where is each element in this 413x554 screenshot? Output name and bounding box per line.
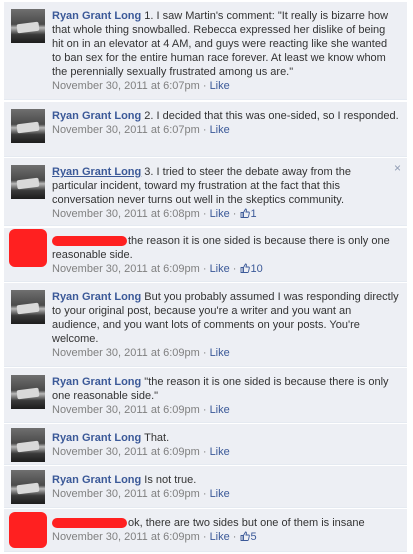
- comment: Ryan Grant Long 1. I saw Martin's commen…: [4, 2, 407, 100]
- timestamp[interactable]: November 30, 2011 at 6:09pm: [52, 263, 200, 275]
- comment: Ryan Grant Long Is not true. November 30…: [4, 466, 407, 508]
- timestamp[interactable]: November 30, 2011 at 6:09pm: [52, 404, 200, 416]
- like-link[interactable]: Like: [210, 404, 230, 416]
- avatar[interactable]: [11, 428, 45, 462]
- thumbs-up-icon: [240, 208, 250, 218]
- timestamp[interactable]: November 30, 2011 at 6:08pm: [52, 208, 200, 220]
- timestamp[interactable]: November 30, 2011 at 6:09pm: [52, 347, 200, 359]
- avatar[interactable]: [11, 109, 45, 143]
- like-link[interactable]: Like: [210, 488, 230, 500]
- comment-body: ok, there are two sides but one of them …: [52, 516, 399, 544]
- comment-text: That.: [144, 432, 170, 444]
- redacted-author-name: [52, 236, 127, 247]
- comment-body: Ryan Grant Long 2. I decided that this w…: [52, 109, 399, 137]
- thumbs-up-icon: [240, 531, 250, 541]
- author-name[interactable]: Ryan Grant Long: [52, 10, 141, 22]
- comment: the reason it is one sided is because th…: [4, 228, 407, 282]
- comment: Ryan Grant Long But you probably assumed…: [4, 283, 407, 367]
- comment-meta: November 30, 2011 at 6:09pm · Like · 10: [52, 263, 263, 275]
- author-name[interactable]: Ryan Grant Long: [52, 376, 141, 388]
- close-icon[interactable]: ×: [394, 162, 401, 174]
- redacted-avatar: [9, 512, 47, 548]
- like-link[interactable]: Like: [210, 446, 230, 458]
- comment-meta: November 30, 2011 at 6:09pm · Like: [52, 404, 230, 416]
- comment-body: Ryan Grant Long That. November 30, 2011 …: [52, 431, 399, 459]
- comment: ok, there are two sides but one of them …: [4, 509, 407, 552]
- redacted-author-name: [52, 518, 127, 529]
- author-name[interactable]: Ryan Grant Long: [52, 474, 141, 486]
- author-name[interactable]: Ryan Grant Long: [52, 291, 141, 303]
- comment-meta: November 30, 2011 at 6:08pm · Like · 1: [52, 208, 257, 220]
- avatar[interactable]: [11, 470, 45, 504]
- author-name[interactable]: Ryan Grant Long: [52, 110, 141, 122]
- comment: Ryan Grant Long That. November 30, 2011 …: [4, 424, 407, 465]
- comment-meta: November 30, 2011 at 6:07pm · Like: [52, 80, 230, 92]
- comment-meta: November 30, 2011 at 6:09pm · Like: [52, 446, 230, 458]
- author-name[interactable]: Ryan Grant Long: [52, 166, 141, 178]
- comment: Ryan Grant Long 2. I decided that this w…: [4, 102, 407, 157]
- timestamp[interactable]: November 30, 2011 at 6:09pm: [52, 531, 200, 543]
- avatar[interactable]: [11, 290, 45, 324]
- comment-text: Is not true.: [144, 474, 197, 486]
- like-link[interactable]: Like: [210, 347, 230, 359]
- avatar[interactable]: [11, 9, 45, 43]
- like-count[interactable]: 1: [240, 208, 257, 220]
- comment-body: Ryan Grant Long But you probably assumed…: [52, 290, 399, 360]
- like-link[interactable]: Like: [210, 80, 230, 92]
- thumbs-up-icon: [240, 263, 250, 273]
- timestamp[interactable]: November 30, 2011 at 6:09pm: [52, 446, 200, 458]
- comment-body: Ryan Grant Long 3. I tried to steer the …: [52, 165, 389, 221]
- redacted-avatar: [9, 229, 47, 267]
- comment-body: Ryan Grant Long Is not true. November 30…: [52, 473, 399, 501]
- comment-body: Ryan Grant Long 1. I saw Martin's commen…: [52, 9, 399, 93]
- comment-thread: Ryan Grant Long 1. I saw Martin's commen…: [0, 0, 413, 554]
- like-count[interactable]: 5: [240, 531, 257, 543]
- comment-body: the reason it is one sided is because th…: [52, 234, 399, 276]
- comment-meta: November 30, 2011 at 6:09pm · Like: [52, 488, 230, 500]
- timestamp[interactable]: November 30, 2011 at 6:09pm: [52, 488, 200, 500]
- comment-body: Ryan Grant Long "the reason it is one si…: [52, 375, 399, 417]
- timestamp[interactable]: November 30, 2011 at 6:07pm: [52, 124, 200, 136]
- like-count[interactable]: 10: [240, 263, 263, 275]
- comment-meta: November 30, 2011 at 6:09pm · Like: [52, 347, 230, 359]
- like-link[interactable]: Like: [210, 208, 230, 220]
- avatar[interactable]: [11, 375, 45, 409]
- like-link[interactable]: Like: [210, 124, 230, 136]
- comment: × Ryan Grant Long 3. I tried to steer th…: [4, 158, 407, 226]
- timestamp[interactable]: November 30, 2011 at 6:07pm: [52, 80, 200, 92]
- comment-meta: November 30, 2011 at 6:07pm · Like: [52, 124, 230, 136]
- avatar[interactable]: [11, 165, 45, 199]
- author-name[interactable]: Ryan Grant Long: [52, 432, 141, 444]
- comment-meta: November 30, 2011 at 6:09pm · Like · 5: [52, 531, 257, 543]
- like-link[interactable]: Like: [210, 263, 230, 275]
- comment-text: ok, there are two sides but one of them …: [128, 517, 365, 529]
- comment: Ryan Grant Long "the reason it is one si…: [4, 368, 407, 423]
- comment-text: 2. I decided that this was one-sided, so…: [144, 110, 399, 122]
- like-link[interactable]: Like: [210, 531, 230, 543]
